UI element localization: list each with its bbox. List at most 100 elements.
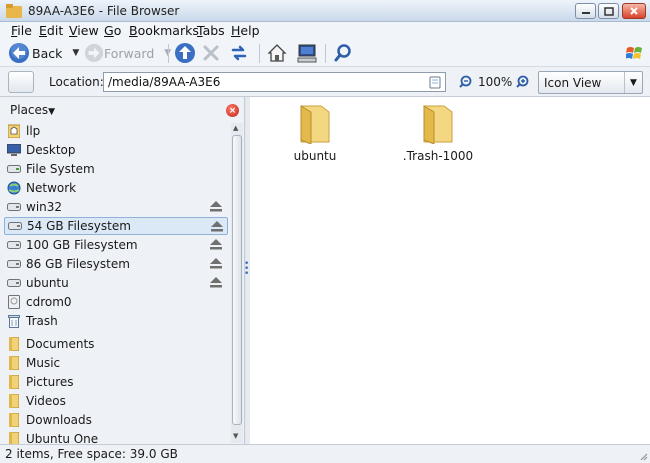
computer-button[interactable] [296, 42, 318, 64]
minimize-button[interactable] [575, 3, 596, 19]
location-input[interactable] [103, 72, 446, 92]
menu-go[interactable]: Go [104, 23, 121, 38]
menu-file[interactable]: File [11, 23, 32, 38]
folder-icon [7, 432, 21, 444]
sidebar-item-win32[interactable]: win32 [4, 198, 228, 216]
trash-icon [7, 314, 21, 328]
view-mode-select[interactable]: Icon View ▼ [538, 71, 643, 94]
stop-icon [203, 45, 219, 61]
drive-icon [7, 238, 21, 252]
zoom-level: 100% [478, 75, 513, 89]
file-name: .Trash-1000 [402, 149, 474, 163]
folder-icon [7, 337, 21, 351]
sidebar-item-ubuntu[interactable]: ubuntu [4, 274, 228, 292]
window-title: 89AA-A3E6 - File Browser [28, 4, 180, 18]
sidebar-item-documents[interactable]: Documents [4, 335, 228, 353]
maximize-button[interactable] [598, 3, 619, 19]
view-mode-value: Icon View [544, 76, 602, 90]
status-text: 2 items, Free space: 39.0 GB [5, 447, 178, 461]
drive-icon [7, 200, 21, 214]
scroll-up-arrow-icon[interactable]: ▲ [233, 124, 238, 132]
music-folder-icon [7, 356, 21, 370]
file-item-trash-1000[interactable]: .Trash-1000 [393, 102, 483, 163]
sidebar-item-100gb-filesystem[interactable]: 100 GB Filesystem [4, 236, 228, 254]
file-name: ubuntu [293, 149, 337, 163]
desktop-icon [7, 143, 21, 157]
status-bar: 2 items, Free space: 39.0 GB [0, 444, 650, 463]
drive-icon [7, 276, 21, 290]
sidebar-item-videos[interactable]: Videos [4, 392, 228, 410]
location-mode-toggle-button[interactable] [8, 71, 34, 93]
close-window-button[interactable] [622, 3, 646, 19]
windows-logo-icon [626, 47, 642, 59]
menu-help[interactable]: Help [231, 23, 260, 38]
back-arrow-icon [9, 43, 29, 63]
menu-bookmarks[interactable]: Bookmarks [129, 23, 199, 38]
sidebar-item-86gb-filesystem[interactable]: 86 GB Filesystem [4, 255, 228, 273]
menu-tabs[interactable]: Tabs [197, 23, 225, 38]
toolbar-separator [168, 44, 169, 63]
eject-icon[interactable] [210, 239, 222, 250]
close-sidebar-button[interactable]: × [226, 104, 239, 117]
eject-icon[interactable] [210, 277, 222, 288]
folder-icon [300, 105, 330, 145]
maximize-icon [603, 6, 614, 16]
reload-button[interactable] [229, 42, 249, 64]
sidebar-scrollbar-thumb[interactable] [232, 135, 242, 425]
search-icon [334, 44, 351, 62]
sidebar-item-music[interactable]: Music [4, 354, 228, 372]
resize-grip-icon[interactable] [638, 451, 648, 461]
splitter-grip-icon[interactable]: • • • [244, 260, 249, 279]
menu-view[interactable]: View [69, 23, 99, 38]
places-sidebar: Places▼ × llp Desktop File System Networ… [0, 97, 245, 444]
places-header[interactable]: Places▼ [10, 103, 55, 117]
toolbar-separator [259, 44, 260, 63]
back-button[interactable]: Back ▼ [8, 42, 79, 64]
drive-icon [8, 219, 22, 233]
scroll-down-arrow-icon[interactable]: ▼ [233, 432, 238, 440]
zoom-out-icon[interactable] [458, 75, 472, 89]
sidebar-item-ubuntu-one[interactable]: Ubuntu One [4, 430, 228, 444]
up-button[interactable] [174, 42, 196, 64]
minimize-icon [581, 12, 590, 14]
sidebar-item-trash[interactable]: Trash [4, 312, 228, 330]
videos-folder-icon [7, 394, 21, 408]
sidebar-item-downloads[interactable]: Downloads [4, 411, 228, 429]
zoom-in-icon[interactable] [515, 75, 529, 89]
toolbar: Back ▼ Forward ▼ [0, 40, 650, 67]
cdrom-icon [7, 295, 21, 309]
title-bar: 89AA-A3E6 - File Browser [0, 0, 650, 22]
file-item-ubuntu[interactable]: ubuntu [270, 102, 360, 163]
clear-location-icon[interactable] [428, 75, 442, 89]
sidebar-item-llp[interactable]: llp [4, 122, 228, 140]
sidebar-item-network[interactable]: Network [4, 179, 228, 197]
sidebar-item-54gb-filesystem[interactable]: 54 GB Filesystem [4, 217, 228, 235]
back-history-chevron-icon[interactable]: ▼ [72, 48, 79, 58]
forward-label: Forward [104, 45, 155, 61]
chevron-down-icon: ▼ [624, 72, 642, 93]
file-view[interactable]: ubuntu .Trash-1000 [250, 97, 650, 444]
menu-edit[interactable]: Edit [39, 23, 63, 38]
drive-icon [7, 257, 21, 271]
sidebar-item-pictures[interactable]: Pictures [4, 373, 228, 391]
back-label: Back [32, 45, 63, 61]
sidebar-item-cdrom0[interactable]: cdrom0 [4, 293, 228, 311]
eject-icon[interactable] [210, 201, 222, 212]
eject-icon[interactable] [210, 258, 222, 269]
eject-icon[interactable] [211, 221, 223, 232]
menu-bar: File Edit View Go Bookmarks Tabs Help [0, 22, 650, 40]
location-label: Location: [49, 75, 104, 89]
toolbar-separator [325, 44, 326, 63]
up-arrow-icon [175, 43, 195, 63]
pictures-folder-icon [7, 375, 21, 389]
forward-button[interactable]: Forward ▼ [84, 42, 171, 64]
close-icon [630, 7, 638, 15]
sidebar-item-file-system[interactable]: File System [4, 160, 228, 178]
stop-button[interactable] [202, 42, 220, 64]
folder-icon [423, 105, 453, 145]
sidebar-item-desktop[interactable]: Desktop [4, 141, 228, 159]
network-icon [7, 181, 21, 195]
home-button[interactable] [266, 42, 288, 64]
search-button[interactable] [333, 42, 353, 64]
sidebar-scrollbar[interactable]: ▲ ▼ [231, 123, 243, 443]
